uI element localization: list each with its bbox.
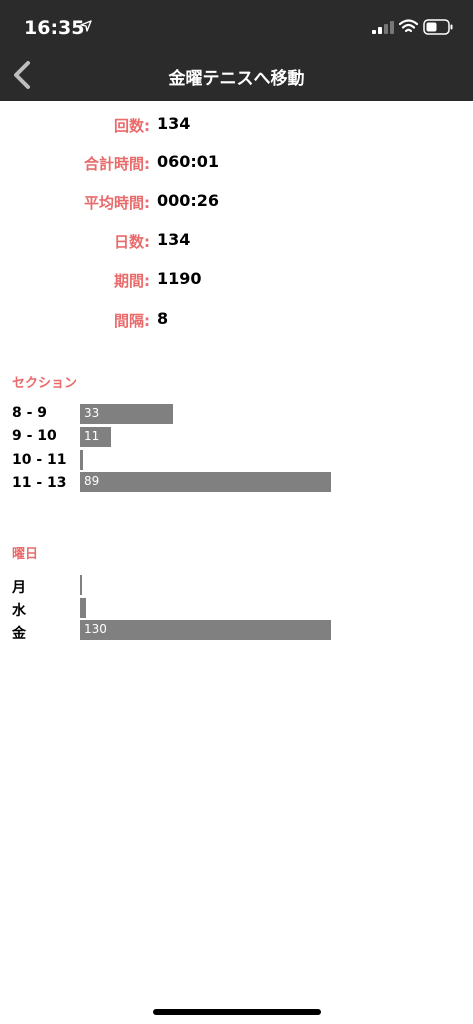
section-bar: 89	[80, 472, 331, 492]
stat-label-interval: 間隔:	[114, 312, 150, 330]
section-bar-value: 33	[84, 406, 100, 420]
section-category-label: 9 - 10	[12, 428, 57, 444]
stat-label-total-time: 合計時間:	[84, 155, 150, 173]
section-category-label: 8 - 9	[12, 405, 48, 421]
nav-header: 16:35 金曜テニスへ移動	[0, 0, 473, 101]
weekday-category-label: 水	[12, 603, 26, 619]
stat-value-interval: 8	[157, 309, 169, 328]
section-chart-title: セクション	[12, 376, 78, 391]
weekday-bar	[80, 575, 82, 595]
battery-icon	[423, 19, 453, 35]
section-bar: 11	[80, 427, 111, 447]
section-bar	[80, 450, 83, 470]
stat-value-count: 134	[157, 114, 191, 133]
stat-value-total-time: 060:01	[157, 152, 220, 171]
section-category-label: 11 - 13	[12, 475, 67, 491]
stat-value-period: 1190	[157, 269, 202, 288]
stat-value-days: 134	[157, 230, 191, 249]
section-category-label: 10 - 11	[12, 452, 67, 468]
home-indicator	[153, 1009, 321, 1015]
weekday-category-label: 金	[12, 626, 26, 642]
page-title: 金曜テニスへ移動	[168, 69, 305, 89]
cellular-signal-icon	[372, 21, 394, 34]
section-bar: 33	[80, 404, 173, 424]
stat-value-average-time: 000:26	[157, 191, 220, 210]
weekday-bar	[80, 598, 86, 618]
weekday-chart-title: 曜日	[12, 547, 39, 562]
wifi-icon	[399, 19, 418, 33]
weekday-bar: 130	[80, 620, 331, 640]
stat-label-count: 回数:	[114, 117, 150, 135]
stat-label-average-time: 平均時間:	[84, 194, 150, 212]
weekday-category-label: 月	[12, 580, 26, 596]
stat-label-period: 期間:	[114, 272, 150, 290]
status-time: 16:35	[24, 17, 85, 39]
section-bar-value: 11	[84, 429, 100, 443]
section-bar-value: 89	[84, 474, 100, 488]
stat-label-days: 日数:	[114, 233, 150, 251]
location-arrow-icon	[80, 20, 92, 32]
weekday-bar-value: 130	[84, 622, 107, 636]
